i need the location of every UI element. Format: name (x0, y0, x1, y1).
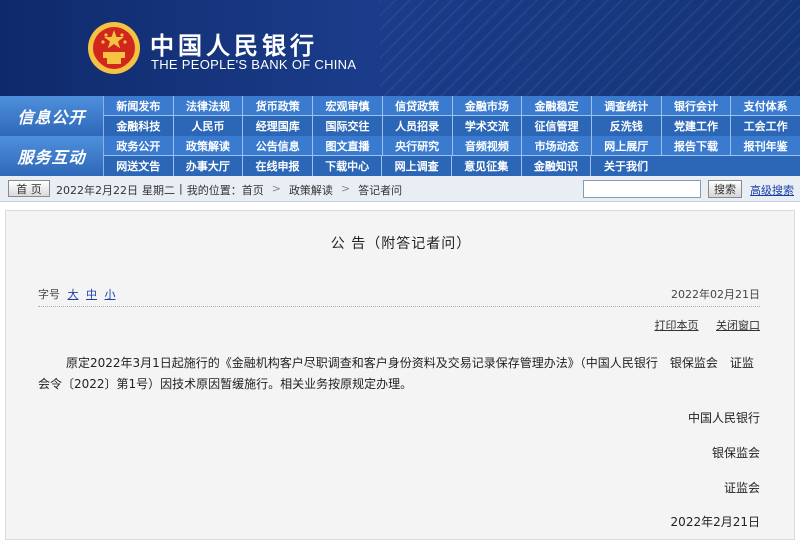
nav-item[interactable]: 人员招录 (383, 116, 453, 136)
breadcrumb-separator-bar: | (179, 182, 183, 195)
breadcrumb-home[interactable]: 我的位置：首页 (187, 182, 264, 198)
nav-item[interactable]: 人民币 (174, 116, 244, 136)
signature-csrc: 证监会 (723, 481, 760, 495)
close-window-link[interactable]: 关闭窗口 (716, 319, 760, 332)
article-panel: 公 告（附答记者问） 字号 大 中 小 2022年02月21日 打印本页 关闭窗… (5, 210, 795, 540)
breadcrumb-separator: > (340, 182, 351, 195)
signature-cbirc: 银保监会 (711, 446, 760, 460)
print-link[interactable]: 打印本页 (655, 319, 699, 332)
font-size-controls: 字号 大 中 小 (38, 286, 116, 302)
nav-group-service: 服务互动 政务公开 政策解读 公告信息 图文直播 央行研究 音频视频 市场动态 … (0, 136, 800, 176)
nav-item[interactable]: 网送文告 (104, 156, 174, 176)
nav-item[interactable]: 征信管理 (522, 116, 592, 136)
nav-item[interactable]: 信贷政策 (382, 96, 453, 116)
nav-item[interactable]: 金融市场 (452, 96, 523, 116)
nav-item[interactable]: 报告下载 (661, 136, 732, 156)
header-banner: 中国人民银行 THE PEOPLE'S BANK OF CHINA (0, 0, 800, 96)
nav-group-label-info[interactable]: 信息公开 (0, 96, 104, 136)
nav-item[interactable]: 金融知识 (522, 156, 592, 176)
nav-item[interactable]: 金融稳定 (522, 96, 592, 116)
nav-item[interactable]: 政务公开 (104, 136, 174, 156)
nav-item[interactable]: 网上调查 (382, 156, 452, 176)
search-button[interactable]: 搜索 (708, 180, 742, 198)
nav-item[interactable]: 政策解读 (173, 136, 244, 156)
nav-group-label-service[interactable]: 服务互动 (0, 136, 104, 176)
nav-item[interactable]: 货币政策 (243, 96, 314, 116)
banner-pattern (380, 0, 800, 96)
breadcrumb-item-qa[interactable]: 答记者问 (358, 182, 402, 198)
nav-row-2: 金融科技 人民币 经理国库 国际交往 人员招录 学术交流 征信管理 反洗钱 党建… (104, 116, 800, 136)
nav-item[interactable]: 在线申报 (243, 156, 313, 176)
font-size-small-link[interactable]: 小 (105, 288, 116, 301)
national-emblem-icon (88, 22, 140, 74)
article-tools: 打印本页 关闭窗口 (641, 317, 761, 333)
nav-item[interactable]: 学术交流 (453, 116, 523, 136)
nav-item[interactable]: 央行研究 (382, 136, 453, 156)
breadcrumb: 2022年2月22日 星期二 | 我的位置：首页 > 政策解读 > 答记者问 (56, 182, 402, 198)
nav-item[interactable]: 意见征集 (452, 156, 522, 176)
nav-item[interactable]: 网上展厅 (591, 136, 662, 156)
breadcrumb-item-policy[interactable]: 政策解读 (289, 182, 333, 198)
font-size-medium-link[interactable]: 中 (86, 288, 97, 301)
nav-item[interactable]: 市场动态 (522, 136, 592, 156)
publish-date: 2022年02月21日 (671, 288, 760, 301)
advanced-search-link[interactable]: 高级搜索 (750, 182, 794, 198)
nav-item[interactable]: 报刊年鉴 (731, 136, 800, 156)
nav-item[interactable]: 银行会计 (661, 96, 732, 116)
nav-item[interactable]: 法律法规 (173, 96, 244, 116)
current-weekday: 星期二 (142, 184, 175, 197)
main-navigation: 信息公开 新闻发布 法律法规 货币政策 宏观审慎 信贷政策 金融市场 金融稳定 … (0, 96, 800, 176)
breadcrumb-separator: > (271, 182, 281, 195)
nav-item[interactable]: 金融科技 (104, 116, 174, 136)
nav-row-4: 网送文告 办事大厅 在线申报 下载中心 网上调查 意见征集 金融知识 关于我们 (104, 156, 800, 176)
article-meta: 字号 大 中 小 2022年02月21日 (38, 286, 760, 304)
nav-item[interactable]: 图文直播 (313, 136, 383, 156)
font-size-label: 字号 (38, 288, 60, 301)
brand-name-cn: 中国人民银行 (150, 31, 318, 60)
nav-item[interactable]: 调查统计 (591, 96, 662, 116)
nav-row-3: 政务公开 政策解读 公告信息 图文直播 央行研究 音频视频 市场动态 网上展厅 … (104, 136, 800, 156)
brand-name-en: THE PEOPLE'S BANK OF CHINA (151, 57, 357, 72)
nav-item[interactable]: 经理国库 (243, 116, 314, 136)
article-title: 公 告（附答记者问） (330, 236, 472, 252)
nav-item[interactable]: 办事大厅 (174, 156, 244, 176)
breadcrumb-bar: 首 页 2022年2月22日 星期二 | 我的位置：首页 > 政策解读 > 答记… (0, 176, 800, 202)
nav-item[interactable]: 宏观审慎 (313, 96, 383, 116)
nav-item[interactable]: 下载中心 (313, 156, 383, 176)
search-input[interactable] (583, 180, 701, 198)
divider (38, 306, 760, 307)
current-date: 2022年2月22日 (56, 184, 138, 197)
nav-item[interactable]: 新闻发布 (104, 96, 174, 116)
signature-pboc: 中国人民银行 (687, 411, 760, 425)
signature-date: 2022年2月21日 (670, 515, 760, 529)
home-button[interactable]: 首 页 (8, 180, 50, 197)
font-size-large-link[interactable]: 大 (68, 288, 79, 301)
article-body: 原定2022年3月1日起施行的《金融机构客户尽职调查和客户身份资料及交易记录保存… (38, 356, 754, 391)
nav-item[interactable]: 公告信息 (243, 136, 314, 156)
nav-item[interactable]: 工会工作 (731, 116, 800, 136)
nav-row-1: 新闻发布 法律法规 货币政策 宏观审慎 信贷政策 金融市场 金融稳定 调查统计 … (104, 96, 800, 116)
nav-item[interactable]: 支付体系 (731, 96, 800, 116)
nav-group-info-disclosure: 信息公开 新闻发布 法律法规 货币政策 宏观审慎 信贷政策 金融市场 金融稳定 … (0, 96, 800, 136)
nav-item[interactable]: 党建工作 (662, 116, 732, 136)
nav-item[interactable]: 国际交往 (313, 116, 383, 136)
nav-item[interactable]: 音频视频 (452, 136, 523, 156)
nav-item[interactable]: 反洗钱 (592, 116, 662, 136)
nav-item[interactable]: 关于我们 (591, 156, 661, 176)
